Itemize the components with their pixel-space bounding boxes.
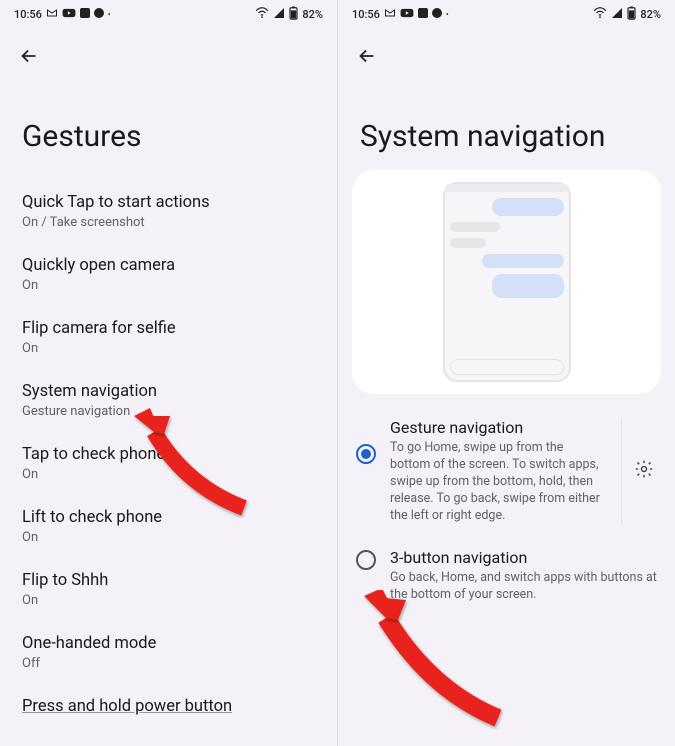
item-sub: On [22, 593, 315, 608]
youtube-icon [62, 8, 76, 21]
status-left: 10:56 • [352, 7, 449, 22]
battery-percent: 82% [640, 8, 661, 21]
item-flip-shhh[interactable]: Flip to Shhh On [22, 558, 315, 621]
item-title: One-handed mode [22, 634, 315, 653]
option-3-button-navigation[interactable]: 3-button navigation Go back, Home, and s… [352, 538, 661, 618]
item-tap-check[interactable]: Tap to check phone On [22, 432, 315, 495]
gmail-icon [46, 7, 58, 22]
item-sub: On [22, 530, 315, 545]
item-title: Lift to check phone [22, 508, 315, 527]
status-time: 10:56 [14, 8, 42, 21]
back-icon[interactable] [18, 52, 40, 71]
item-sub: On / Take screenshot [22, 215, 315, 230]
gear-icon [634, 459, 654, 483]
circle-icon [432, 8, 442, 21]
item-flip-camera[interactable]: Flip camera for selfie On [22, 306, 315, 369]
youtube-icon [400, 8, 414, 21]
wifi-icon [255, 7, 269, 22]
item-title: Quick Tap to start actions [22, 193, 315, 212]
battery-icon [627, 6, 636, 23]
gestures-screen: 10:56 • 82% Gestures Quick Tap to s [0, 0, 337, 746]
item-title: Tap to check phone [22, 445, 315, 464]
option-desc: To go Home, swipe up from the bottom of … [390, 440, 601, 524]
item-sub: On [22, 278, 315, 293]
item-sub: On [22, 467, 315, 482]
navigation-options: Gesture navigation To go Home, swipe up … [338, 394, 675, 618]
item-title: Flip camera for selfie [22, 319, 315, 338]
item-one-handed[interactable]: One-handed mode Off [22, 621, 315, 684]
status-right: 82% [255, 6, 323, 23]
option-title: 3-button navigation [390, 548, 657, 567]
radio-selected-icon[interactable] [356, 444, 376, 464]
item-title: Quickly open camera [22, 256, 315, 275]
square-icon [418, 8, 428, 21]
back-icon[interactable] [356, 52, 378, 71]
battery-icon [289, 6, 298, 23]
status-bar: 10:56 • 82% [0, 0, 337, 27]
page-title: System navigation [338, 77, 675, 170]
square-icon [80, 8, 90, 21]
phone-mock-icon [443, 182, 571, 382]
wifi-icon [593, 7, 607, 22]
item-system-navigation[interactable]: System navigation Gesture navigation [22, 369, 315, 432]
item-open-camera[interactable]: Quickly open camera On [22, 243, 315, 306]
settings-list: Quick Tap to start actions On / Take scr… [0, 180, 337, 684]
option-title: Gesture navigation [390, 418, 601, 437]
item-title: System navigation [22, 382, 315, 401]
navigation-preview [352, 170, 661, 394]
signal-icon [273, 7, 285, 22]
status-left: 10:56 • [14, 7, 111, 22]
item-lift-check[interactable]: Lift to check phone On [22, 495, 315, 558]
gmail-icon [384, 7, 396, 22]
battery-percent: 82% [302, 8, 323, 21]
system-navigation-screen: 10:56 • 82% System navigation [337, 0, 675, 746]
option-settings-button[interactable] [621, 418, 657, 524]
item-sub: On [22, 341, 315, 356]
radio-unselected-icon[interactable] [356, 550, 376, 570]
page-title: Gestures [0, 77, 337, 180]
item-power-button[interactable]: Press and hold power button [0, 684, 337, 716]
dot-icon: • [108, 10, 111, 19]
option-desc: Go back, Home, and switch apps with butt… [390, 570, 657, 604]
item-sub: Gesture navigation [22, 404, 315, 419]
item-title: Flip to Shhh [22, 571, 315, 590]
dot-icon: • [446, 10, 449, 19]
signal-icon [611, 7, 623, 22]
status-bar: 10:56 • 82% [338, 0, 675, 27]
status-time: 10:56 [352, 8, 380, 21]
item-sub: Off [22, 656, 315, 671]
circle-icon [94, 8, 104, 21]
item-quick-tap[interactable]: Quick Tap to start actions On / Take scr… [22, 180, 315, 243]
option-gesture-navigation[interactable]: Gesture navigation To go Home, swipe up … [352, 408, 661, 538]
status-right: 82% [593, 6, 661, 23]
